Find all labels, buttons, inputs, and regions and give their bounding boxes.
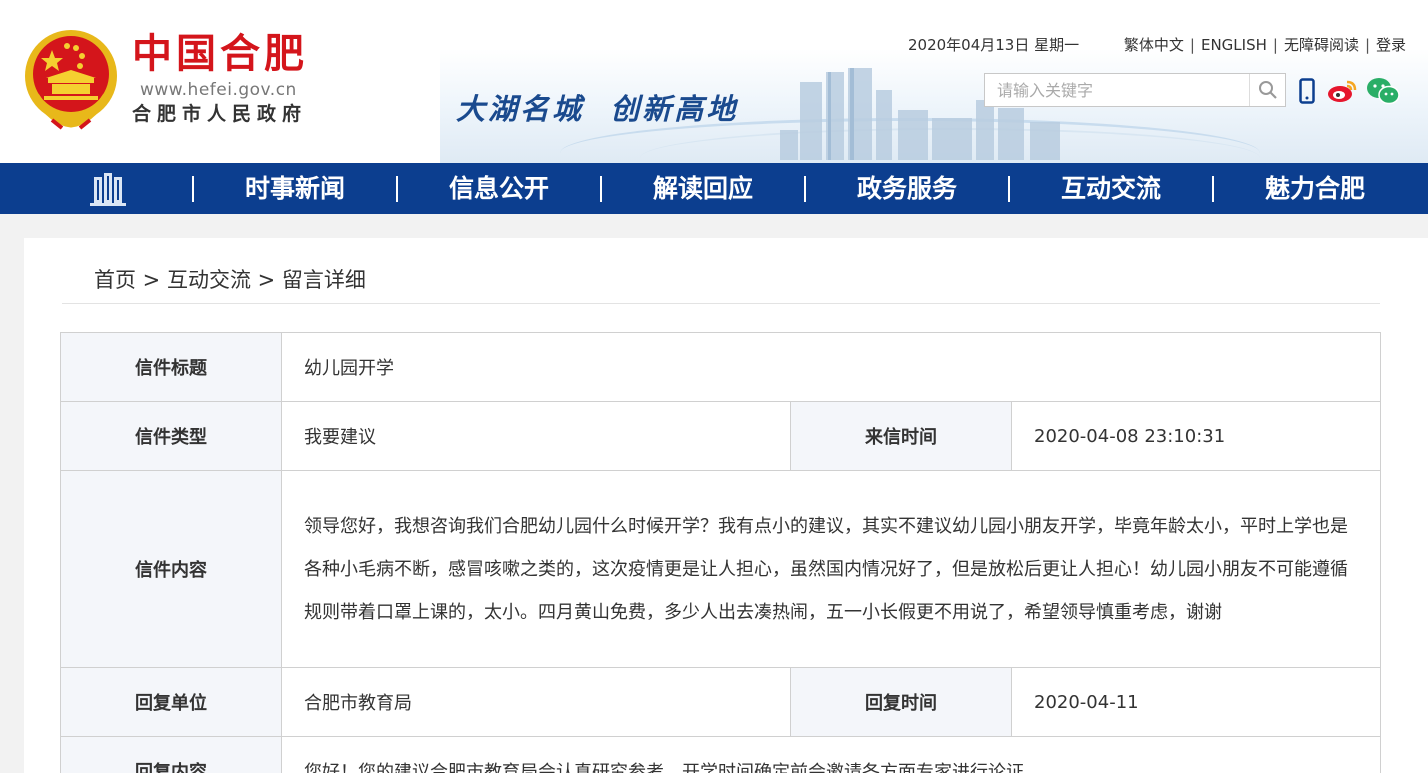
letter-detail-table: 信件标题 幼儿园开学 信件类型 我要建议 来信时间 2020-04-08 23:… (60, 332, 1382, 773)
home-building-icon[interactable] (88, 171, 128, 207)
search-button[interactable] (1249, 74, 1285, 106)
reply-content-value: 您好！您的建议合肥市教育局会认真研究参考，开学时间确定前会邀请各方面专家进行论证… (280, 736, 1382, 773)
table-row: 回复内容 您好！您的建议合肥市教育局会认真研究参考，开学时间确定前会邀请各方面专… (60, 736, 1382, 773)
link-separator: | (1272, 36, 1278, 54)
nav-divider (600, 176, 602, 202)
breadcrumb-divider (62, 303, 1380, 304)
nav-item-info-disclosure[interactable]: 信息公开 (399, 163, 599, 214)
logo-title[interactable]: 中国合肥 (132, 30, 308, 78)
letter-type-label: 信件类型 (60, 401, 282, 471)
table-row: 信件内容 领导您好，我想咨询我们合肥幼儿园什么时候开学？我有点小的建议，其实不建… (60, 470, 1382, 668)
current-date: 2020年04月13日 星期一 (908, 36, 1080, 54)
letter-title-label: 信件标题 (60, 332, 282, 402)
search-input[interactable] (985, 74, 1245, 106)
letter-content-value: 领导您好，我想咨询我们合肥幼儿园什么时候开学？我有点小的建议，其实不建议幼儿园小… (280, 470, 1382, 668)
letter-time-value: 2020-04-08 23:10:31 (1010, 401, 1382, 471)
top-utility-bar: 2020年04月13日 星期一 繁体中文 | ENGLISH | 无障碍阅读 | 登录 (908, 34, 1406, 55)
search-icon (1258, 81, 1277, 99)
letter-time-label: 来信时间 (790, 401, 1012, 471)
letter-content-label: 信件内容 (60, 470, 282, 668)
reply-unit-label: 回复单位 (60, 667, 282, 737)
link-login[interactable]: 登录 (1376, 36, 1406, 54)
search-box (984, 73, 1286, 107)
reply-time-label: 回复时间 (790, 667, 1012, 737)
nav-divider (192, 176, 194, 202)
nav-item-interaction[interactable]: 互动交流 (1011, 163, 1211, 214)
table-row: 回复单位 合肥市教育局 回复时间 2020-04-11 (60, 667, 1382, 737)
link-separator: | (1189, 36, 1195, 54)
site-header: 中国合肥 www.hefei.gov.cn 合肥市人民政府 大湖名城 创新高地 … (0, 0, 1428, 163)
reply-unit-value: 合肥市教育局 (281, 667, 791, 737)
breadcrumb[interactable]: 首页 > 互动交流 > 留言详细 (94, 264, 366, 294)
letter-type-value: 我要建议 (281, 401, 791, 471)
nav-divider (804, 176, 806, 202)
nav-item-interpretation[interactable]: 解读回应 (603, 163, 803, 214)
main-content: 首页 > 互动交流 > 留言详细 信件标题 幼儿园开学 信件类型 我要建议 来信… (24, 238, 1428, 773)
table-row: 信件标题 幼儿园开学 (60, 332, 1382, 402)
nav-divider (396, 176, 398, 202)
nav-item-charm-hefei[interactable]: 魅力合肥 (1215, 163, 1415, 214)
letter-title-value: 幼儿园开学 (280, 332, 1382, 402)
table-row: 信件类型 我要建议 来信时间 2020-04-08 23:10:31 (60, 401, 1382, 471)
link-english[interactable]: ENGLISH (1201, 36, 1267, 54)
nav-divider (1008, 176, 1010, 202)
link-traditional-chinese[interactable]: 繁体中文 (1124, 36, 1184, 54)
national-emblem-icon[interactable] (22, 26, 120, 130)
logo-url: www.hefei.gov.cn (140, 80, 297, 100)
logo-subtitle: 合肥市人民政府 (132, 103, 308, 125)
city-slogan: 大湖名城 创新高地 (456, 92, 739, 126)
reply-time-value: 2020-04-11 (1010, 667, 1382, 737)
mobile-icon[interactable] (1297, 76, 1317, 106)
weibo-icon[interactable] (1326, 76, 1358, 106)
link-accessibility[interactable]: 无障碍阅读 (1284, 36, 1359, 54)
wechat-icon[interactable] (1366, 76, 1400, 106)
reply-content-label: 回复内容 (60, 736, 282, 773)
nav-item-news[interactable]: 时事新闻 (195, 163, 395, 214)
link-separator: | (1364, 36, 1371, 54)
nav-divider (1212, 176, 1214, 202)
main-navigation: 时事新闻 信息公开 解读回应 政务服务 互动交流 魅力合肥 (0, 163, 1428, 214)
nav-item-gov-services[interactable]: 政务服务 (807, 163, 1007, 214)
